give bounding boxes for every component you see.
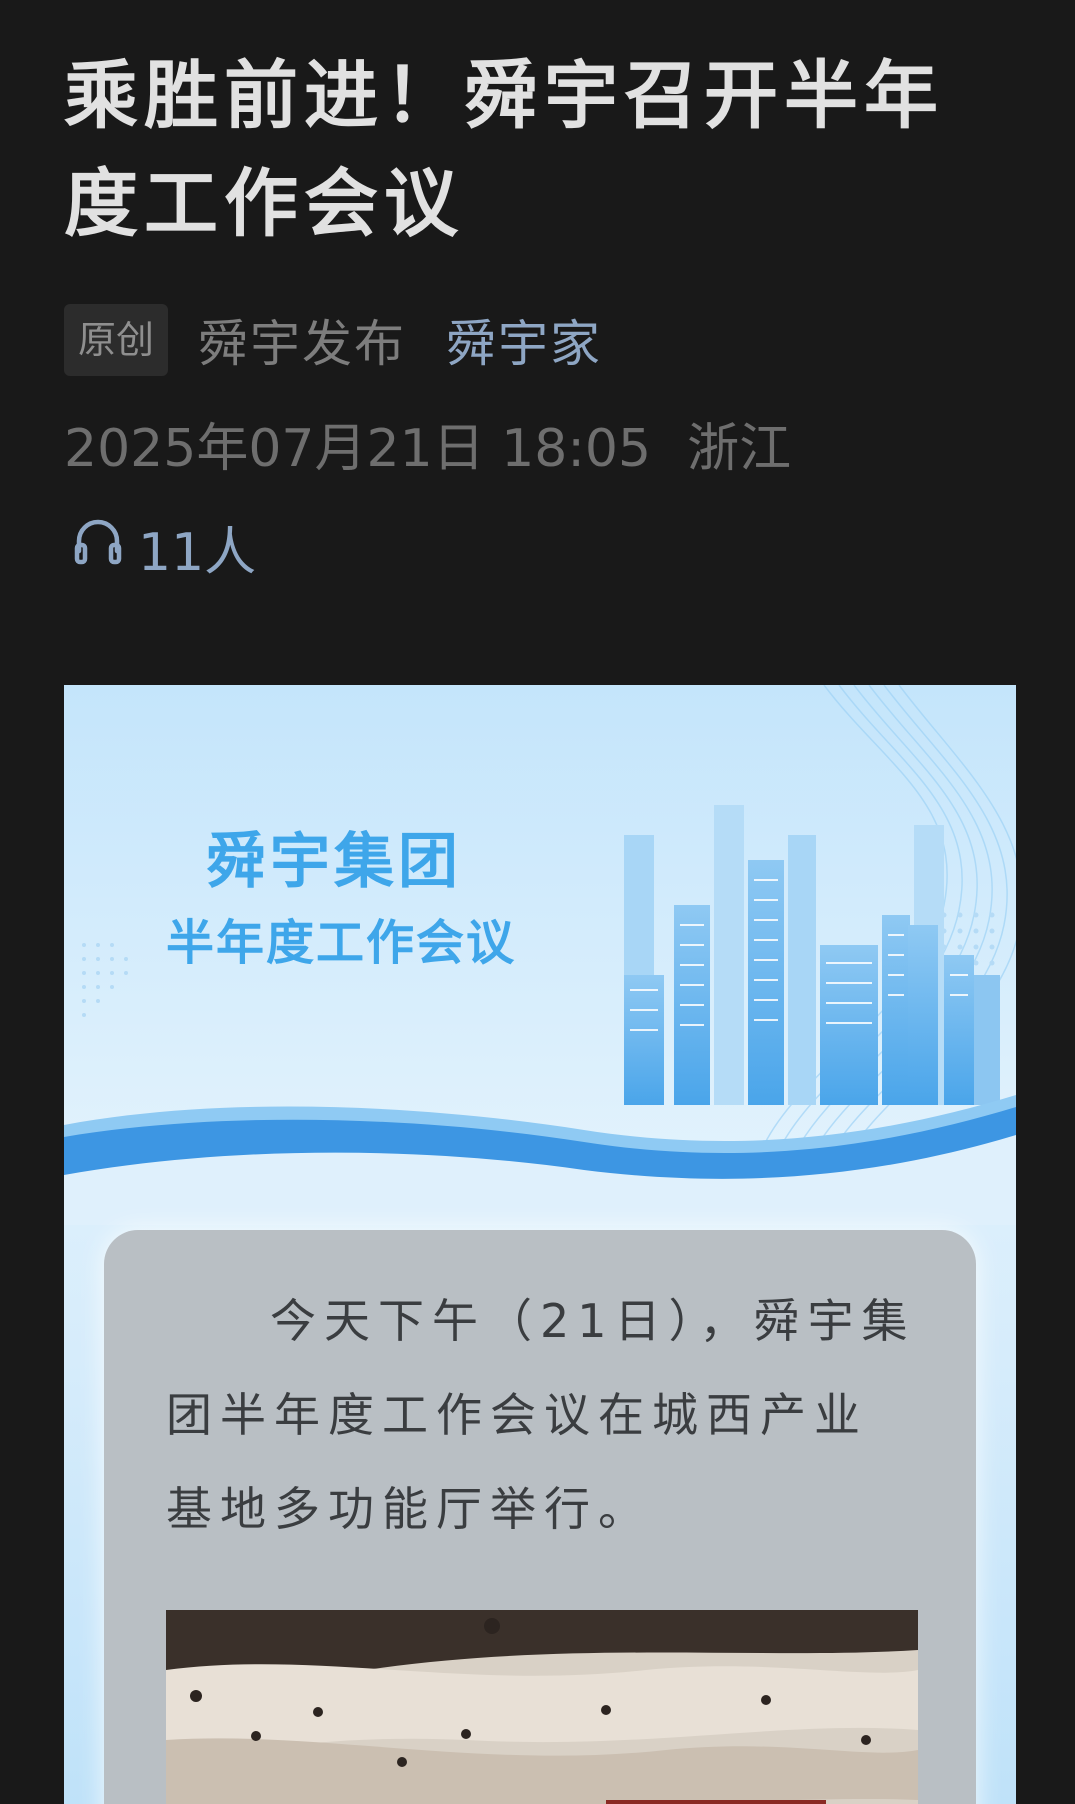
card-paragraph: 今天下午（21日），舜宇集团半年度工作会议在城西产业基地多功能厅举行。	[166, 1294, 916, 1536]
original-badge: 原创	[64, 304, 169, 376]
article-title: 乘胜前进！舜宇召开半年度工作会议	[64, 53, 944, 247]
publish-info: 2025年07月21日 18:05 浙江	[64, 406, 791, 481]
banner-title: 舜宇集团	[206, 827, 462, 897]
banner: 舜宇集团 半年度工作会议	[64, 685, 1016, 1225]
article-meta: 原创 舜宇发布 舜宇家	[64, 304, 602, 376]
publish-location: 浙江	[687, 419, 792, 479]
publish-date: 2025年07月21日 18:05	[64, 419, 652, 479]
account-link[interactable]: 舜宇家	[446, 304, 602, 376]
article-image[interactable]: 舜宇集团 半年度工作会议 今天下午（21日），舜宇集团半年度工作会议在城西产业基…	[64, 685, 1016, 1804]
meeting-hall-photo: 年度工作会议	[166, 1610, 918, 1804]
author-name: 舜宇发布	[198, 315, 407, 373]
listen-button[interactable]: 11人	[72, 510, 256, 585]
content-card: 今天下午（21日），舜宇集团半年度工作会议在城西产业基地多功能厅举行。 年度工作…	[104, 1230, 976, 1804]
headphones-icon	[72, 515, 138, 580]
listener-count: 11人	[138, 523, 257, 583]
banner-subtitle: 半年度工作会议	[166, 915, 517, 971]
